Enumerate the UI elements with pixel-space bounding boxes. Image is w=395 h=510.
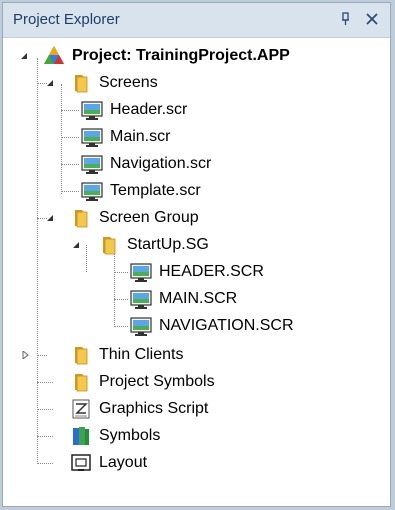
- tree-node-label: Project Symbols: [99, 373, 215, 390]
- tree-line: [114, 326, 128, 327]
- tree-node-screen[interactable]: Template.scr: [80, 178, 201, 204]
- screen-icon: [80, 152, 104, 176]
- folder-icon: [69, 206, 93, 230]
- graphics-script-icon: [69, 397, 93, 421]
- tree-line: [37, 58, 38, 464]
- tree-node-project-symbols[interactable]: Project Symbols: [69, 369, 215, 395]
- tree-line: [37, 382, 53, 383]
- tree-node-group-screen[interactable]: HEADER.SCR: [129, 259, 264, 285]
- project-tree: Project: TrainingProject.APP Screens Hea…: [3, 37, 390, 506]
- tree-node-group-screen[interactable]: MAIN.SCR: [129, 286, 237, 312]
- tree-line: [114, 246, 115, 327]
- tree-node-screens[interactable]: Screens: [69, 70, 158, 96]
- tree-node-label: Main.scr: [110, 128, 171, 145]
- folder-icon: [97, 233, 121, 257]
- folder-icon: [69, 370, 93, 394]
- tree-node-label: Thin Clients: [99, 346, 184, 363]
- tree-node-label: Screen Group: [99, 209, 199, 226]
- panel-title-bar: Project Explorer: [3, 3, 390, 38]
- collapse-triangle-icon[interactable]: [19, 51, 29, 61]
- tree-node-screen[interactable]: Header.scr: [80, 97, 187, 123]
- tree-line: [61, 84, 62, 194]
- collapse-triangle-icon[interactable]: [45, 78, 55, 88]
- tree-line: [37, 436, 53, 437]
- project-explorer-panel: Project Explorer Project: TrainingProjec…: [2, 2, 391, 507]
- layout-icon: [69, 451, 93, 475]
- tree-node-label: Template.scr: [110, 182, 201, 199]
- tree-node-layout[interactable]: Layout: [69, 450, 147, 476]
- tree-line: [61, 164, 79, 165]
- tree-node-screen[interactable]: Navigation.scr: [80, 151, 211, 177]
- tree-node-label: MAIN.SCR: [159, 290, 238, 307]
- tree-node-screen[interactable]: Main.scr: [80, 124, 170, 150]
- tree-line: [37, 355, 47, 356]
- screen-icon: [129, 287, 153, 311]
- tree-line: [37, 463, 53, 464]
- tree-node-label: Screens: [99, 74, 158, 91]
- tree-node-symbols[interactable]: Symbols: [69, 423, 160, 449]
- tree-line: [61, 110, 79, 111]
- tree-line: [114, 272, 128, 273]
- screen-icon: [129, 260, 153, 284]
- tree-line: [61, 191, 79, 192]
- tree-node-project[interactable]: Project: TrainingProject.APP: [42, 43, 290, 69]
- tree-node-label: HEADER.SCR: [159, 263, 264, 280]
- close-icon[interactable]: [362, 9, 382, 29]
- tree-node-graphics-script[interactable]: Graphics Script: [69, 396, 208, 422]
- collapse-triangle-icon[interactable]: [71, 240, 81, 250]
- folder-icon: [69, 71, 93, 95]
- screen-icon: [129, 314, 153, 338]
- tree-node-group-screen[interactable]: NAVIGATION.SCR: [129, 313, 294, 339]
- expand-triangle-icon[interactable]: [21, 350, 31, 360]
- tree-line: [61, 137, 79, 138]
- tree-line: [37, 409, 53, 410]
- folder-icon: [69, 343, 93, 367]
- screen-icon: [80, 98, 104, 122]
- tree-node-label: Layout: [99, 454, 148, 471]
- tree-node-startup-group[interactable]: StartUp.SG: [97, 232, 209, 258]
- symbols-library-icon: [69, 424, 93, 448]
- tree-node-label: Header.scr: [110, 101, 188, 118]
- panel-title: Project Explorer: [13, 11, 120, 28]
- collapse-triangle-icon[interactable]: [45, 213, 55, 223]
- tree-node-label: Symbols: [99, 427, 161, 444]
- pin-icon[interactable]: [336, 9, 356, 29]
- screen-icon: [80, 179, 104, 203]
- tree-node-thin-clients[interactable]: Thin Clients: [69, 342, 183, 368]
- screen-icon: [80, 125, 104, 149]
- project-icon: [42, 44, 66, 68]
- tree-node-screen-group[interactable]: Screen Group: [69, 205, 199, 231]
- tree-line: [86, 245, 87, 272]
- tree-node-label: Project: TrainingProject.APP: [72, 47, 290, 64]
- tree-node-label: NAVIGATION.SCR: [159, 317, 294, 334]
- tree-node-label: StartUp.SG: [127, 236, 209, 253]
- tree-line: [114, 299, 128, 300]
- tree-node-label: Navigation.scr: [110, 155, 212, 172]
- tree-node-label: Graphics Script: [99, 400, 209, 417]
